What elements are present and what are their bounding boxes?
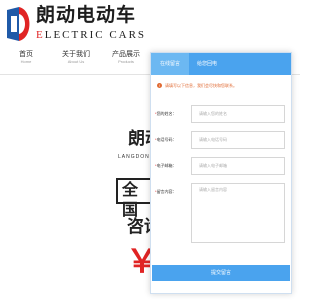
nav-item-home[interactable]: 首页 Home (0, 50, 52, 65)
site-header: 朗动电动车 ELECTRIC CARS (0, 0, 300, 46)
phone-field[interactable]: 请输入电话号码 (191, 131, 285, 149)
name-field[interactable]: 请输入您的姓名 (191, 105, 285, 123)
submit-button[interactable]: 提交留言 (152, 265, 290, 281)
tab-callback[interactable]: 给您回电 (197, 53, 217, 75)
message-textarea[interactable]: 请输入留言内容 (191, 183, 285, 243)
phone-label: *电话号码： (155, 137, 177, 142)
logo-icon[interactable] (3, 4, 35, 44)
nav-item-products[interactable]: 产品展示 Products (100, 50, 152, 65)
nav-item-sublabel: About Us (67, 59, 85, 64)
nav-item-label: 首页 (19, 51, 33, 58)
name-label: *您的姓名： (155, 111, 177, 116)
nav-item-sublabel: Products (118, 59, 134, 64)
hero-box: 全国 (116, 178, 153, 219)
nav-item-label: 关于我们 (62, 51, 90, 58)
message-label: *留言内容： (155, 189, 177, 194)
brand-name-en: ELECTRIC CARS (36, 29, 147, 41)
nav-item-label: 产品展示 (112, 51, 140, 58)
info-icon: ! (157, 83, 162, 88)
notice-text: 请填写以下信息，我们会尽快和您联系。 (165, 83, 237, 88)
nav-item-sublabel: Home (20, 59, 32, 64)
hero-subtitle: LANGDON (118, 154, 150, 160)
email-field[interactable]: 请输入电子邮箱 (191, 157, 285, 175)
message-popup: 在线留言 给您回电 ! 请填写以下信息，我们会尽快和您联系。 *您的姓名： 请输… (150, 52, 292, 294)
tab-online-message[interactable]: 在线留言 (151, 53, 189, 75)
form-notice: ! 请填写以下信息，我们会尽快和您联系。 (151, 81, 291, 91)
brand-name[interactable]: 朗动电动车 (36, 5, 136, 27)
email-label: *电子邮箱： (155, 163, 177, 168)
popup-tab-bar: 在线留言 给您回电 (151, 53, 291, 75)
nav-item-about[interactable]: 关于我们 About Us (50, 50, 102, 65)
